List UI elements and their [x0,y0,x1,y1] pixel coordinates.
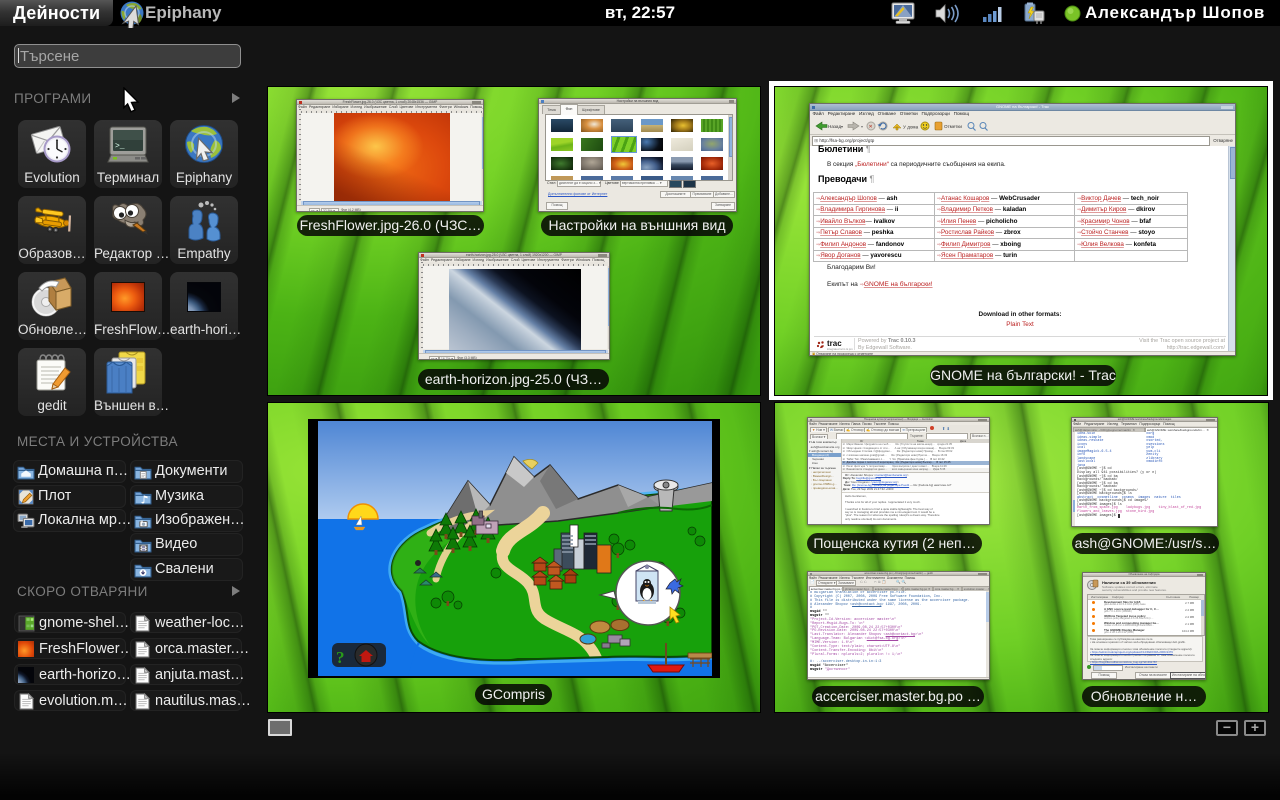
svg-text:▾: ▾ [841,124,843,129]
svg-text:?: ? [336,648,345,667]
svg-text:Отметки: Отметки [944,124,962,129]
svg-text:Назад: Назад [828,124,841,129]
svg-text:▾: ▾ [861,124,863,129]
svg-text:✕: ✕ [869,124,873,130]
svg-text:У дома: У дома [903,125,919,130]
svg-text:>_: >_ [115,142,125,151]
